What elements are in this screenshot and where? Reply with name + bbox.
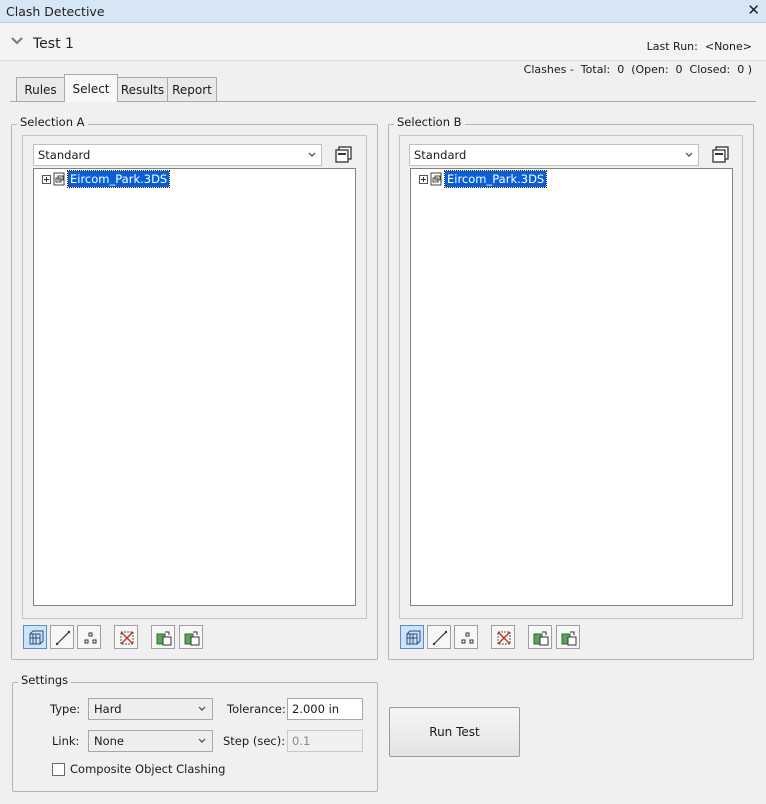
step-label: Step (sec):: [223, 734, 286, 748]
selection-a-title: Selection A: [17, 115, 88, 129]
select-in-scene-button[interactable]: [179, 625, 203, 649]
self-intersect-button[interactable]: [491, 625, 515, 649]
points-button[interactable]: [454, 625, 478, 649]
lines-icon: [55, 630, 71, 646]
chevron-down-icon: [685, 152, 693, 157]
use-current-selection-button[interactable]: [528, 625, 552, 649]
tolerance-input[interactable]: 2.000 in: [287, 698, 363, 720]
lines-button[interactable]: [427, 625, 451, 649]
step-input[interactable]: 0.1: [287, 730, 363, 752]
file-icon: [53, 172, 65, 186]
self-intersect-icon: [497, 631, 511, 645]
points-button[interactable]: [77, 625, 101, 649]
lines-button[interactable]: [50, 625, 74, 649]
tree-item-label[interactable]: Eircom_Park.3DS: [66, 170, 171, 188]
use-current-selection-button[interactable]: [151, 625, 175, 649]
tolerance-label: Tolerance:: [227, 702, 286, 716]
tolerance-value: 2.000 in: [292, 702, 340, 716]
last-run-label: Last Run:: [646, 40, 698, 53]
surfaces-icon: [406, 630, 421, 645]
use-current-selection-icon: [533, 631, 549, 646]
chevron-down-icon: [198, 738, 206, 743]
type-dropdown[interactable]: Hard: [88, 698, 213, 720]
type-value: Hard: [94, 702, 122, 716]
test-header: Test 1 Last Run: <None>: [0, 23, 766, 61]
window-titlebar: Clash Detective ✕: [0, 0, 766, 23]
chevron-down-icon[interactable]: [10, 35, 24, 47]
link-value: None: [94, 734, 125, 748]
selection-b-title: Selection B: [394, 115, 465, 129]
surfaces-button[interactable]: [23, 625, 47, 649]
expand-icon[interactable]: [42, 175, 51, 184]
test-name: Test 1: [33, 36, 74, 52]
self-intersect-icon: [120, 631, 134, 645]
file-icon: [430, 172, 442, 186]
selection-b-dropdown-value: Standard: [414, 148, 467, 162]
tab-select[interactable]: Select: [64, 74, 118, 102]
select-all-icon[interactable]: [711, 145, 731, 165]
selection-b-tree[interactable]: Eircom_Park.3DS: [410, 168, 733, 606]
surfaces-button[interactable]: [400, 625, 424, 649]
last-run: Last Run: <None>: [647, 40, 752, 53]
chevron-down-icon: [308, 152, 316, 157]
selection-a-tree[interactable]: Eircom_Park.3DS: [33, 168, 356, 606]
selection-a-dropdown[interactable]: Standard: [33, 144, 322, 166]
clashes-summary: Clashes - Total: 0 (Open: 0 Closed: 0 ): [523, 63, 752, 76]
points-icon: [461, 632, 474, 644]
last-run-value: <None>: [704, 40, 752, 53]
tab-report[interactable]: Report: [167, 77, 217, 101]
select-in-scene-button[interactable]: [556, 625, 580, 649]
tab-rules[interactable]: Rules: [16, 77, 65, 101]
composite-label: Composite Object Clashing: [70, 762, 226, 776]
close-icon[interactable]: ✕: [747, 1, 760, 19]
select-in-scene-icon: [184, 631, 200, 646]
tab-results[interactable]: Results: [117, 77, 168, 101]
selection-b-dropdown[interactable]: Standard: [409, 144, 699, 166]
surfaces-icon: [29, 630, 44, 645]
selection-a-dropdown-value: Standard: [38, 148, 91, 162]
lines-icon: [432, 630, 448, 646]
use-current-selection-icon: [156, 631, 172, 646]
points-icon: [84, 632, 97, 644]
expand-icon[interactable]: [419, 175, 428, 184]
link-label: Link:: [52, 734, 80, 748]
type-label: Type:: [50, 702, 81, 716]
run-test-button[interactable]: Run Test: [389, 707, 520, 757]
select-in-scene-icon: [561, 631, 577, 646]
composite-checkbox[interactable]: [52, 763, 65, 776]
settings-title: Settings: [18, 673, 72, 687]
window-title: Clash Detective: [6, 4, 105, 19]
tab-divider: [10, 101, 756, 102]
select-all-icon[interactable]: [334, 145, 354, 165]
tree-item-label[interactable]: Eircom_Park.3DS: [443, 170, 548, 188]
link-dropdown[interactable]: None: [88, 730, 213, 752]
step-value: 0.1: [292, 734, 311, 748]
self-intersect-button[interactable]: [114, 625, 138, 649]
chevron-down-icon: [198, 706, 206, 711]
